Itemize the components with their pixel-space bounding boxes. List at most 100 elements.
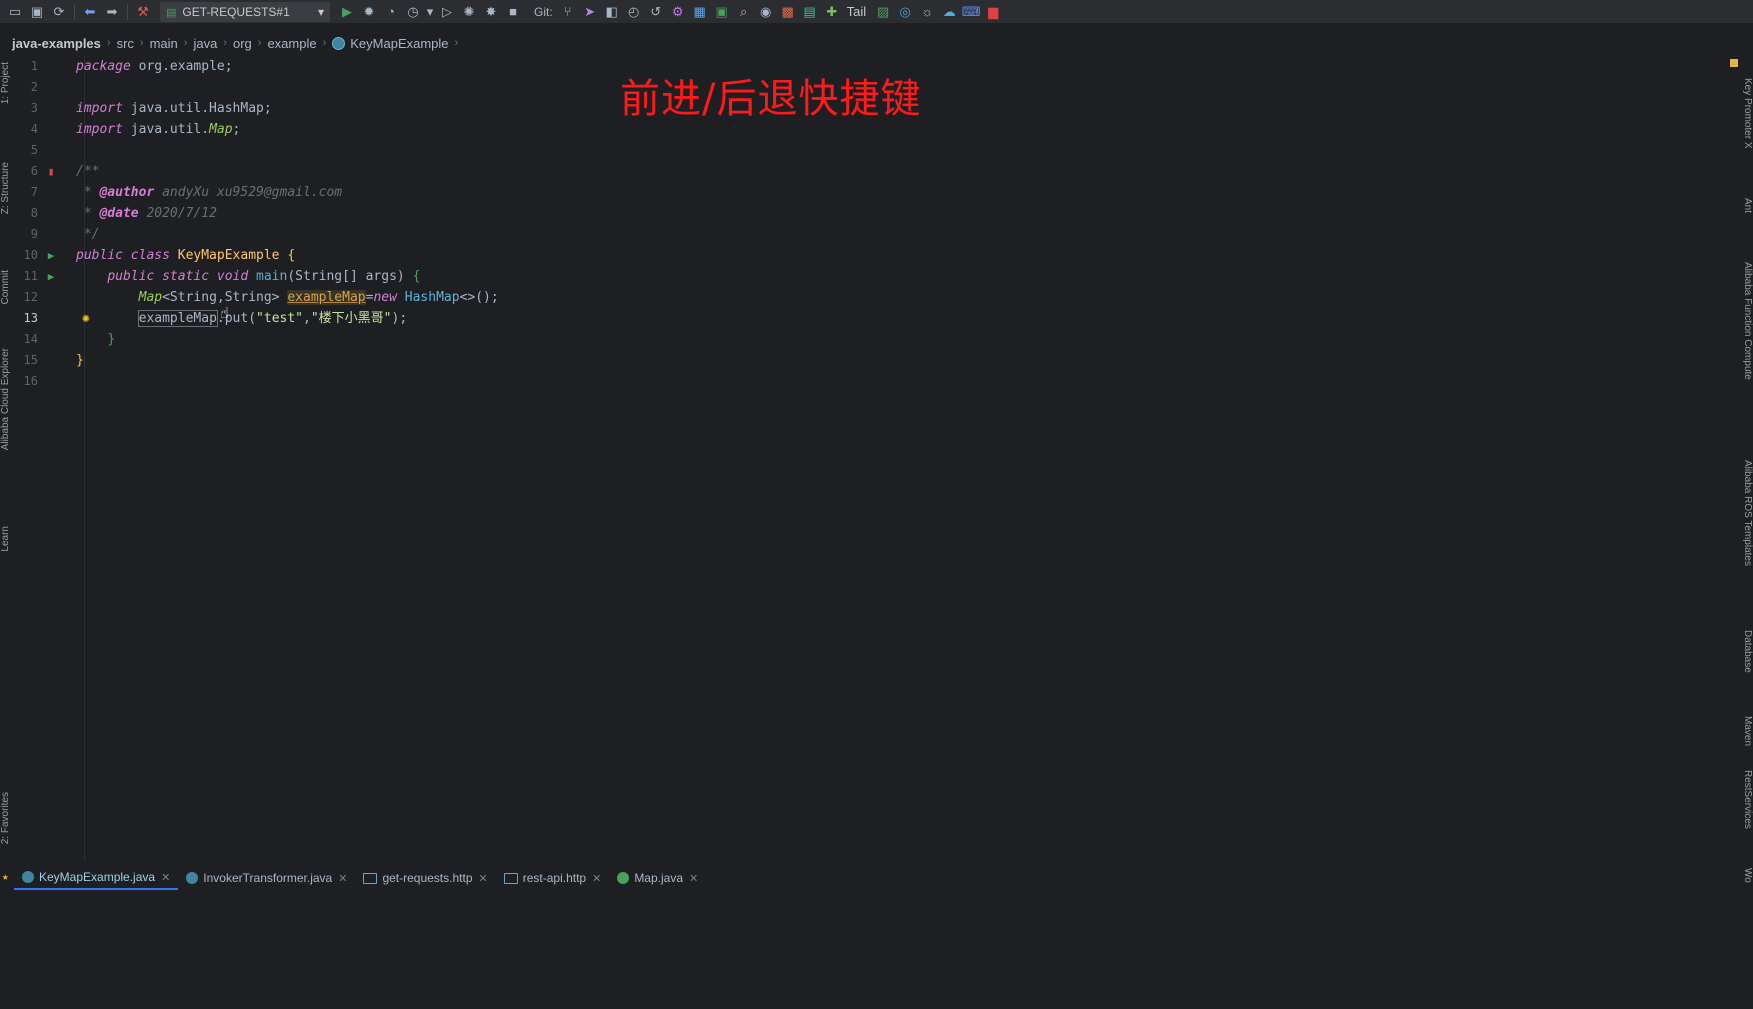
stop-icon[interactable]: ■ [502,1,524,23]
line-number: 11 [23,269,38,283]
puzzle-icon[interactable]: ✚ [821,1,843,23]
target-icon[interactable]: ◉ [755,1,777,23]
tab-label: Map.java [634,871,684,885]
tool-wo[interactable]: Wo [1739,868,1753,883]
plugin-blocks-icon[interactable]: ▩ [777,1,799,23]
profile-icon[interactable]: ◷ [402,1,424,23]
monitor-chart-icon[interactable]: ▨ [872,1,894,23]
right-tool-strip: Key Promoter X Ant Alibaba Function Comp… [1739,56,1753,883]
debug-icon[interactable]: ✹ [358,1,380,23]
run-anything-icon[interactable]: ✸ [480,1,502,23]
settings-gear-icon[interactable]: ⚙ [667,1,689,23]
line-number: 16 [23,374,38,388]
search-icon[interactable]: ⌕ [733,1,755,23]
code-line: 15 } [14,350,1714,371]
code-text: public static void main(String[] args) { [107,269,421,284]
tool-ant[interactable]: Ant [1739,198,1753,213]
tool-alibaba-function-compute[interactable]: Alibaba Function Compute [1739,262,1753,380]
code-text: Map<String,String> exampleMap=new HashMa… [138,290,499,305]
tab-get-requests[interactable]: get-requests.http ✕ [355,866,495,890]
tool-alibaba-cloud-explorer[interactable]: Alibaba Cloud Explorer [0,348,14,450]
tab-rest-api[interactable]: rest-api.http ✕ [496,866,610,890]
breadcrumb-java[interactable]: java [193,36,217,51]
code-text: } [107,332,116,347]
bug-icon[interactable]: ☼ [916,1,938,23]
structure-grid-icon[interactable]: ▦ [689,1,711,23]
attach-debugger-icon[interactable]: ✺ [458,1,480,23]
tool-database[interactable]: Database [1739,630,1753,673]
run-gutter-icon[interactable]: ▶ [44,245,58,266]
http-file-icon [503,872,518,884]
close-icon[interactable]: ✕ [592,872,601,885]
tool-learn[interactable]: Learn [0,526,14,552]
chevron-right-icon: › [139,37,144,49]
back-arrow-icon[interactable]: ⬅ [79,1,101,23]
tool-project[interactable]: 1: Project [0,62,14,104]
hand-cursor-icon: ☝ [220,304,230,322]
line-number: 10 [23,248,38,262]
breadcrumb-main[interactable]: main [150,36,178,51]
run-config-selector[interactable]: ▤ GET-REQUESTS#1 ▾ [160,1,330,22]
line-number: 2 [30,80,38,94]
run-dropdown-icon[interactable]: ▾ [424,1,436,23]
tail-label[interactable]: Tail [847,4,867,19]
code-text: package org.example; [76,59,233,74]
code-line: 12 Map<String,String> exampleMap=new Has… [14,287,1714,308]
close-icon[interactable]: ✕ [479,872,488,885]
run-tests-icon[interactable]: ▷ [436,1,458,23]
check-circle-icon[interactable]: ◎ [894,1,916,23]
forward-arrow-icon[interactable]: ➡ [101,1,123,23]
line-number: 13 [23,311,38,325]
chevron-down-icon: ▾ [317,4,324,19]
breadcrumb-class[interactable]: KeyMapExample [332,36,449,51]
code-line: 7 * @author andyXu xu9529@gmail.com [14,182,1714,203]
git-push-icon[interactable]: ➤ [579,1,601,23]
tab-keymapexample[interactable]: KeyMapExample.java ✕ [14,866,179,890]
save-all-icon[interactable]: ▣ [26,1,48,23]
close-icon[interactable]: ✕ [338,872,347,885]
git-history-icon[interactable]: ◴ [623,1,645,23]
breadcrumb-src[interactable]: src [117,36,134,51]
book-icon[interactable]: ▮ [44,161,58,182]
tool-favorites[interactable]: 2: Favorites [0,792,14,844]
breadcrumb-org[interactable]: org [233,36,252,51]
git-diff-icon[interactable]: ◧ [601,1,623,23]
code-line: 5 [14,140,1714,161]
tool-rest-services[interactable]: RestServices [1739,770,1753,829]
translate-icon[interactable]: ⌨ [960,1,982,23]
diagram-icon[interactable]: ▤ [799,1,821,23]
cloud-icon[interactable]: ☁ [938,1,960,23]
close-icon[interactable]: ✕ [689,872,698,885]
open-folder-icon[interactable]: ▭ [4,1,26,23]
tool-key-promoter-x[interactable]: Key Promoter X [1739,78,1753,149]
code-line: 14 } [14,329,1714,350]
git-rollback-icon[interactable]: ↺ [645,1,667,23]
code-line-current: 13 ✺ exampleMap.put("test","楼下小黑哥"); [14,308,1714,329]
tool-structure[interactable]: Z: Structure [0,162,14,214]
breadcrumb-example[interactable]: example [267,36,316,51]
http-request-icon: ▤ [166,6,177,19]
terminal-icon[interactable]: ▣ [711,1,733,23]
git-branch-icon[interactable]: ⑂ [557,1,579,23]
line-number: 15 [23,353,38,367]
code-line: 8 * @date 2020/7/12 [14,203,1714,224]
tool-alibaba-ros-templates[interactable]: Alibaba ROS Templates [1739,460,1753,566]
line-number: 7 [30,185,38,199]
tab-map[interactable]: Map.java ✕ [609,866,706,890]
tab-invokertransformer[interactable]: InvokerTransformer.java ✕ [178,866,355,890]
toolbar-divider [74,3,75,20]
sync-icon[interactable]: ⟳ [48,1,70,23]
line-number: 9 [30,227,38,241]
build-hammer-icon[interactable]: ⚒ [132,1,154,23]
run-icon[interactable]: ▶ [336,1,358,23]
close-icon[interactable]: ✕ [161,871,170,884]
office-icon[interactable]: ▆ [982,1,1004,23]
tool-maven[interactable]: Maven [1739,716,1753,746]
code-line: 11 ▶ public static void main(String[] ar… [14,266,1714,287]
coverage-icon[interactable]: ◔ [380,1,402,23]
tool-commit[interactable]: Commit [0,270,14,304]
run-gutter-icon[interactable]: ▶ [44,266,58,287]
breadcrumb-project[interactable]: java-examples [12,36,101,51]
line-number: 3 [30,101,38,115]
code-editor[interactable]: 1 package org.example; 2 3 import java.u… [14,56,1734,861]
